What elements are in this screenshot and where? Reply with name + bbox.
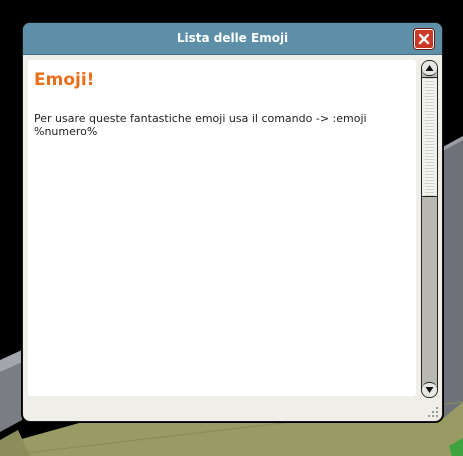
close-button[interactable] <box>414 29 434 49</box>
vertical-scrollbar[interactable] <box>421 60 438 398</box>
window-titlebar[interactable]: Lista delle Emoji <box>23 23 442 55</box>
resize-grip-icon[interactable] <box>427 406 439 418</box>
emoji-list-window: Lista delle Emoji Emoji! Per usare quest… <box>22 22 443 422</box>
window-title: Lista delle Emoji <box>176 31 289 45</box>
content-panel: Emoji! Per usare queste fantastiche emoj… <box>28 60 416 396</box>
content-body: Per usare queste fantastiche emoji usa i… <box>34 112 367 138</box>
scroll-thumb[interactable] <box>422 77 437 197</box>
scroll-up-button[interactable] <box>422 61 437 76</box>
game-scene: Lista delle Emoji Emoji! Per usare quest… <box>0 0 463 456</box>
arrow-up-icon <box>425 65 434 71</box>
close-icon <box>418 33 430 45</box>
scroll-down-button[interactable] <box>422 382 437 397</box>
content-heading: Emoji! <box>34 70 95 90</box>
arrow-down-icon <box>425 387 434 393</box>
